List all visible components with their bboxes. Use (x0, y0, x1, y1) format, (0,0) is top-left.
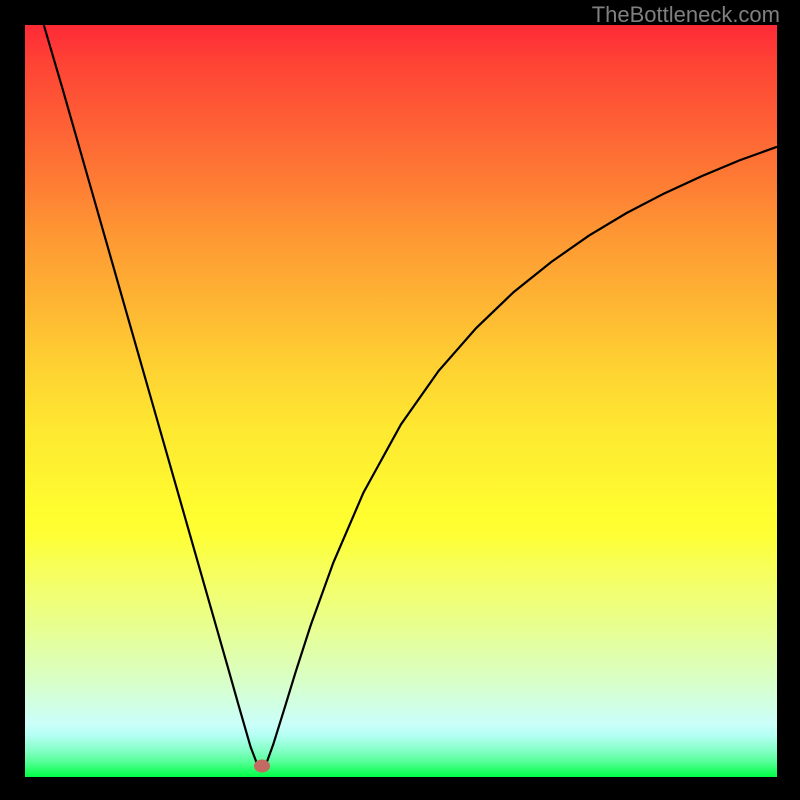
chart-plot-area (25, 25, 777, 777)
curve-svg (25, 25, 777, 777)
optimal-point-marker (254, 759, 270, 772)
curve-line (44, 25, 777, 767)
watermark-text: TheBottleneck.com (592, 2, 780, 28)
